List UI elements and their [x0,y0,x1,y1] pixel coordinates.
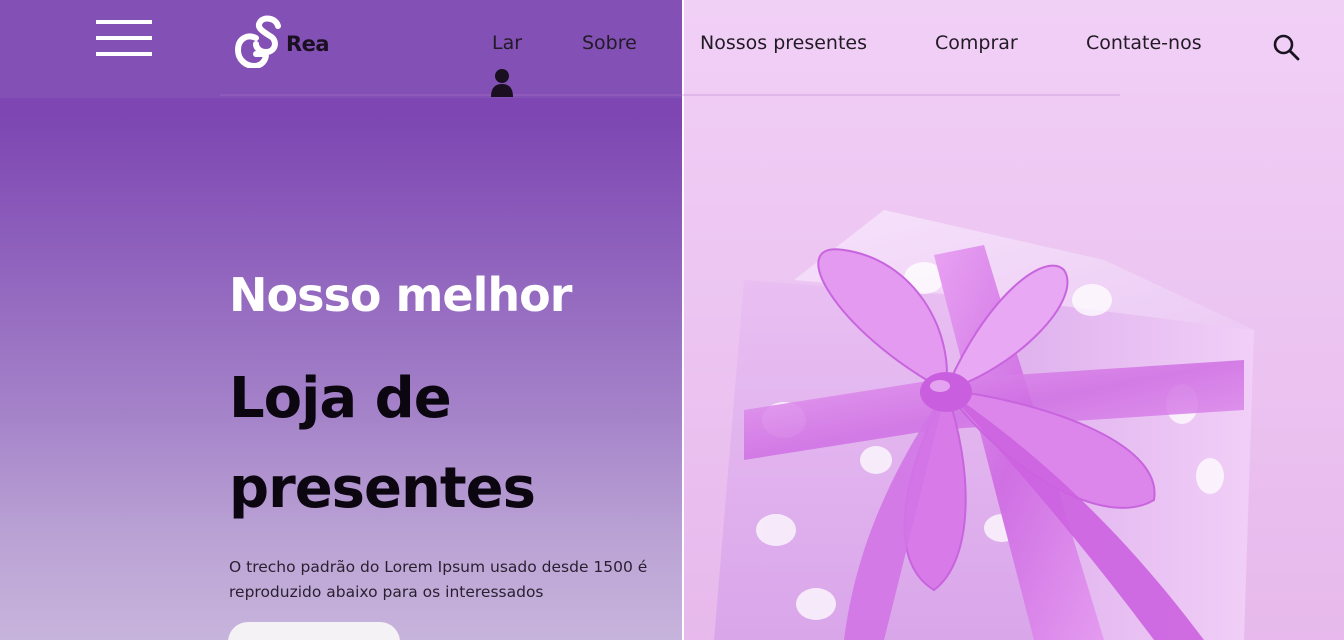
header-divider [220,94,1120,96]
logo[interactable]: Rea [234,12,344,68]
search-icon[interactable] [1272,33,1300,61]
menu-line [96,36,152,40]
panel-divider [682,0,684,640]
nav-link-lar[interactable]: Lar [492,32,522,54]
nav-link-contate-nos[interactable]: Contate-nos [1086,32,1202,54]
logo-text: Rea [286,32,330,56]
nav-link-nossos-presentes[interactable]: Nossos presentes [700,32,867,54]
hero-description: O trecho padrão do Lorem Ipsum usado des… [229,558,648,601]
hero-subtitle: Nosso melhor [229,268,572,322]
nav-link-comprar[interactable]: Comprar [935,32,1018,54]
hero-title-line1: Loja de [229,366,452,431]
user-icon[interactable] [490,68,514,98]
menu-line [96,20,152,24]
logo-mark-icon [235,15,281,68]
hero-image [684,0,1344,640]
nav-link-sobre[interactable]: Sobre [582,32,637,54]
menu-line [96,52,152,56]
hero-cta-button[interactable] [228,622,400,640]
hero-title-line2: presentes [229,456,536,521]
hamburger-menu-icon[interactable] [96,20,152,58]
gift-box-image [684,0,1344,640]
hero-title: Loja de presentes [229,354,649,534]
